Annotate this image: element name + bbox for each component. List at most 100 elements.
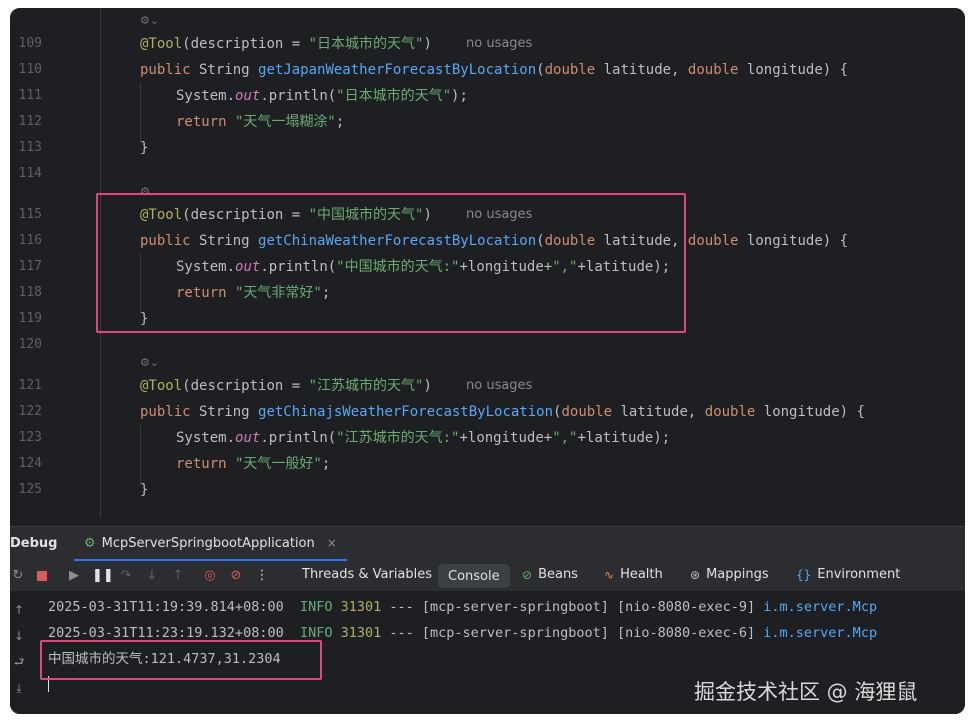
tab-environment[interactable]: {} Environment — [796, 567, 900, 582]
code-text: ; — [321, 456, 331, 472]
code-text: String — [190, 233, 259, 249]
beans-icon: ⊘ — [522, 567, 533, 582]
more-options-icon[interactable]: ⋮ — [254, 568, 270, 584]
tab-console[interactable]: Console — [438, 564, 510, 588]
scroll-up-icon[interactable]: ↑ — [12, 603, 26, 617]
line-number: 117 — [18, 259, 42, 274]
line-number: 114 — [18, 166, 42, 181]
scroll-down-icon[interactable]: ↓ — [12, 629, 26, 643]
method-name: getJapanWeatherForecastByLocation — [258, 62, 537, 78]
scroll-to-end-icon[interactable]: ⤓ — [12, 681, 26, 695]
mappings-icon: ⊛ — [690, 567, 701, 582]
code-line[interactable]: public String getJapanWeatherForecastByL… — [140, 62, 848, 78]
log-thread: --- [mcp-server-springboot] [nio-8080-ex… — [381, 599, 764, 615]
log-line: 2025-03-31T11:19:39.814+08:00 INFO 31301… — [48, 599, 877, 615]
log-timestamp: 2025-03-31T11:23:19.132+08:00 — [48, 625, 284, 641]
code-text: longitude) { — [738, 233, 849, 249]
log-thread: --- [mcp-server-springboot] [nio-8080-ex… — [381, 625, 764, 641]
log-timestamp: 2025-03-31T11:19:39.814+08:00 — [48, 599, 284, 615]
tab-threads-variables[interactable]: Threads & Variables — [302, 567, 432, 582]
line-number: 113 — [18, 140, 42, 155]
rerun-icon[interactable]: ↻ — [10, 568, 26, 584]
static-field: out — [235, 88, 261, 104]
keyword: return — [176, 285, 227, 301]
code-line[interactable]: } — [140, 482, 148, 498]
line-number: 121 — [18, 378, 42, 393]
ai-inlay-icon[interactable]: ⚙⌄ — [140, 14, 159, 28]
run-config-label: McpServerSpringbootApplication — [101, 535, 315, 551]
code-text: ); — [451, 88, 468, 104]
string-literal: "中国城市的天气" — [308, 207, 424, 223]
close-icon[interactable]: × — [327, 536, 337, 550]
resume-icon[interactable]: ▶ — [66, 568, 82, 584]
code-line[interactable]: return "天气一塌糊涂"; — [176, 114, 344, 130]
stop-icon[interactable] — [34, 568, 50, 584]
keyword: double — [544, 233, 596, 249]
string-literal: "," — [552, 430, 578, 446]
keyword: double — [687, 62, 739, 78]
ai-inlay-icon[interactable]: ⚙⌄ — [140, 356, 159, 370]
log-logger-link[interactable]: i.m.server.Mcp — [763, 599, 877, 615]
code-line[interactable]: @Tool(description = "中国城市的天气") — [140, 207, 432, 223]
spring-boot-icon: ⚙ — [84, 535, 96, 551]
line-number: 116 — [18, 233, 42, 248]
text-cursor — [48, 676, 49, 692]
tab-mappings[interactable]: ⊛ Mappings — [690, 567, 769, 582]
code-editor[interactable]: ⚙⌄ ⚙ ⚙⌄ 109 110 111 112 113 114 115 116 … — [10, 8, 965, 526]
step-over-icon[interactable]: ↷ — [118, 568, 134, 584]
step-out-icon[interactable]: ↑ — [170, 568, 186, 584]
annotation: @Tool — [140, 207, 183, 223]
code-line[interactable]: System.out.println("江苏城市的天气:"+longitude+… — [176, 430, 670, 446]
pause-icon[interactable]: ❚❚ — [92, 568, 114, 584]
code-text: ) — [423, 36, 432, 52]
usages-hint[interactable]: no usages — [466, 378, 532, 394]
indent-guide — [140, 425, 141, 485]
run-config-tab[interactable]: ⚙ McpServerSpringbootApplication × — [74, 527, 347, 561]
environment-icon: {} — [796, 567, 812, 582]
code-text: String — [190, 62, 259, 78]
static-field: out — [235, 430, 261, 446]
code-text: ) — [423, 207, 432, 223]
console-output-text: 中国城市的天气:121.4737,31.2304 — [48, 651, 281, 667]
code-line[interactable]: return "天气非常好"; — [176, 285, 330, 301]
annotation: @Tool — [140, 378, 183, 394]
usages-hint[interactable]: no usages — [466, 207, 532, 223]
code-line[interactable]: public String getChinajsWeatherForecastB… — [140, 404, 865, 420]
mute-breakpoints-icon[interactable]: ⊘ — [228, 568, 244, 584]
tab-beans[interactable]: ⊘ Beans — [522, 567, 578, 582]
line-number: 115 — [18, 207, 42, 222]
code-line[interactable]: } — [140, 140, 148, 156]
code-text: .println( — [260, 259, 337, 275]
code-line[interactable]: @Tool(description = "江苏城市的天气") — [140, 378, 432, 394]
usages-hint[interactable]: no usages — [466, 36, 532, 52]
code-text: (description = — [182, 207, 309, 223]
view-breakpoints-icon[interactable]: ◎ — [202, 568, 218, 584]
line-number: 125 — [18, 482, 42, 497]
log-logger-link[interactable]: i.m.server.Mcp — [763, 625, 877, 641]
string-literal: "中国城市的天气:" — [336, 259, 460, 275]
soft-wrap-icon[interactable]: ⮐ — [12, 655, 26, 669]
code-line[interactable]: System.out.println("中国城市的天气:"+longitude+… — [176, 259, 670, 275]
code-line[interactable]: @Tool(description = "日本城市的天气") — [140, 36, 432, 52]
step-into-icon[interactable]: ↓ — [144, 568, 160, 584]
keyword: double — [561, 404, 613, 420]
code-line[interactable]: return "天气一般好"; — [176, 456, 330, 472]
string-literal: "," — [552, 259, 578, 275]
code-text: .println( — [260, 88, 337, 104]
string-literal: "江苏城市的天气:" — [336, 430, 460, 446]
indent-guide — [140, 83, 141, 143]
ai-inlay-icon[interactable]: ⚙ — [140, 185, 150, 199]
code-text: +latitude); — [577, 430, 671, 446]
console-label: Console — [448, 568, 500, 584]
beans-label: Beans — [538, 567, 578, 582]
code-line[interactable]: } — [140, 311, 148, 327]
code-line[interactable]: public String getChinaWeatherForecastByL… — [140, 233, 848, 249]
code-line[interactable]: System.out.println("日本城市的天气"); — [176, 88, 468, 104]
code-text: ( — [536, 233, 545, 249]
debug-title: Debug — [10, 536, 58, 551]
code-text: System. — [176, 88, 236, 104]
code-text: ) — [423, 378, 432, 394]
line-number: 122 — [18, 404, 42, 419]
annotation: @Tool — [140, 36, 183, 52]
tab-health[interactable]: ∿ Health — [604, 567, 663, 582]
